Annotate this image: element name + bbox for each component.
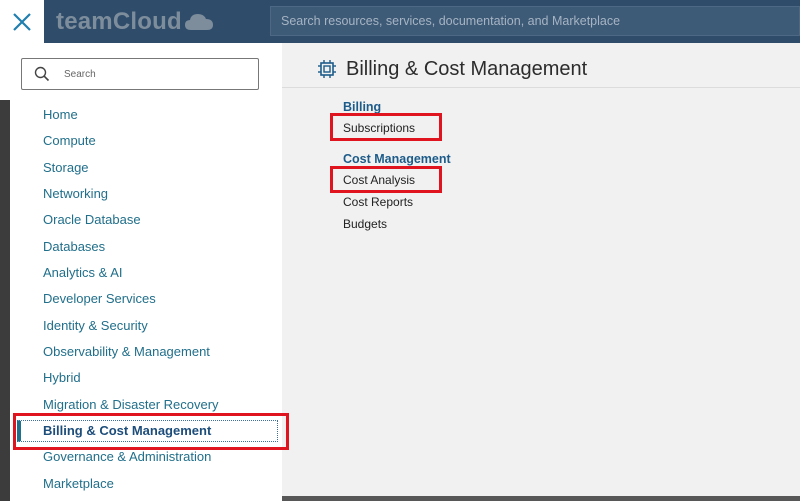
- nav-item-home[interactable]: Home: [0, 102, 282, 128]
- nav-item-label: Migration & Disaster Recovery: [43, 396, 219, 412]
- nav-item-label: Home: [43, 107, 78, 122]
- nav-item-label: Observability & Management: [43, 344, 210, 360]
- link-subscriptions[interactable]: Subscriptions: [343, 121, 415, 135]
- nav-item-label: Governance & Administration: [43, 449, 212, 465]
- navigation-menu: Home Compute Storage Networking Oracle D…: [0, 43, 282, 501]
- nav-item-label: Identity & Security: [43, 317, 148, 333]
- nav-item-label: Marketplace: [43, 475, 114, 491]
- menu-search-input[interactable]: [64, 68, 234, 80]
- page-title: Billing & Cost Management: [346, 57, 588, 80]
- nav-item-label: Oracle Database: [43, 212, 141, 228]
- main-panel: Billing & Cost Management Billing Subscr…: [282, 43, 800, 501]
- global-search[interactable]: [270, 6, 800, 36]
- section-heading-billing: Billing: [343, 100, 382, 114]
- backdrop-edge: [0, 100, 10, 501]
- nav-item-label: Analytics & AI: [43, 265, 123, 281]
- nav-item-developer-services[interactable]: Developer Services: [0, 286, 282, 312]
- nav-item-databases[interactable]: Databases: [0, 234, 282, 260]
- menu-search[interactable]: [21, 58, 259, 90]
- cloud-icon: [184, 14, 213, 30]
- brand-name: teamCloud: [56, 8, 182, 35]
- nav-item-networking[interactable]: Networking: [0, 181, 282, 207]
- nav-item-oracle-database[interactable]: Oracle Database: [0, 207, 282, 233]
- nav-item-label: Billing & Cost Management: [43, 423, 212, 439]
- nav-item-migration-disaster-recovery[interactable]: Migration & Disaster Recovery: [0, 392, 282, 418]
- nav-item-observability-management[interactable]: Observability & Management: [0, 339, 282, 365]
- nav-item-label: Hybrid: [43, 370, 81, 386]
- nav-item-label: Databases: [43, 238, 106, 254]
- nav-item-storage[interactable]: Storage: [0, 155, 282, 181]
- nav-item-label: Networking: [43, 186, 109, 202]
- close-icon: [13, 12, 31, 31]
- link-budgets[interactable]: Budgets: [343, 217, 387, 231]
- brand-logo[interactable]: teamCloud: [56, 6, 214, 38]
- nav-list: Home Compute Storage Networking Oracle D…: [0, 102, 282, 497]
- link-cost-analysis[interactable]: Cost Analysis: [343, 173, 415, 187]
- nav-item-identity-security[interactable]: Identity & Security: [0, 313, 282, 339]
- nav-item-billing-cost-management[interactable]: Billing & Cost Management: [0, 418, 282, 444]
- top-header: teamCloud: [0, 0, 800, 43]
- divider: [282, 87, 800, 88]
- section-heading-cost-management: Cost Management: [343, 152, 451, 166]
- nav-item-marketplace[interactable]: Marketplace: [0, 471, 282, 497]
- link-cost-reports[interactable]: Cost Reports: [343, 195, 413, 209]
- page-header: Billing & Cost Management: [317, 55, 587, 83]
- chip-icon: [318, 60, 336, 78]
- global-search-input[interactable]: [281, 14, 799, 28]
- nav-item-label: Compute: [43, 133, 96, 149]
- nav-item-governance-administration[interactable]: Governance & Administration: [0, 444, 282, 470]
- bottom-bar: [282, 496, 800, 501]
- nav-item-compute[interactable]: Compute: [0, 128, 282, 154]
- nav-item-label: Storage: [43, 159, 89, 175]
- nav-item-label: Developer Services: [43, 291, 156, 307]
- search-icon: [34, 66, 50, 82]
- nav-item-hybrid[interactable]: Hybrid: [0, 365, 282, 391]
- nav-item-analytics-ai[interactable]: Analytics & AI: [0, 260, 282, 286]
- close-menu-button[interactable]: [0, 0, 44, 43]
